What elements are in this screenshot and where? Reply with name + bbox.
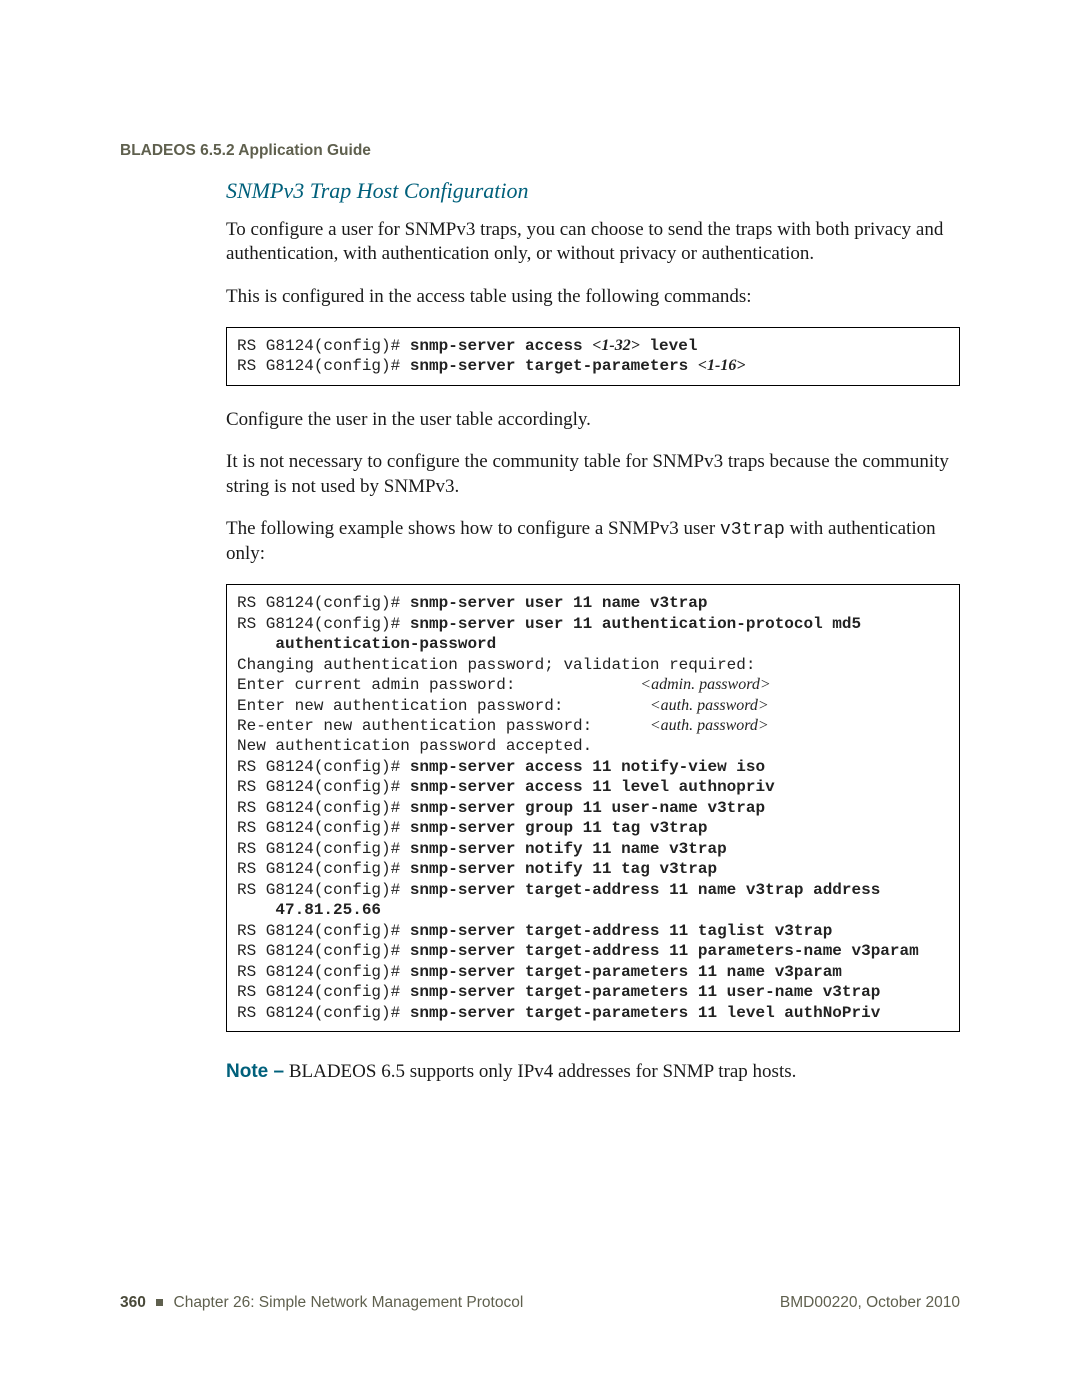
paragraph: It is not necessary to configure the com… [226, 450, 960, 499]
code-line: Enter new authentication password: <auth… [237, 697, 769, 715]
section-title: SNMPv3 Trap Host Configuration [120, 178, 960, 204]
code-block-2: RS G8124(config)# snmp-server user 11 na… [226, 584, 960, 1032]
paragraph: To configure a user for SNMPv3 traps, yo… [226, 218, 960, 267]
code-line: RS G8124(config)# snmp-server group 11 t… [237, 819, 707, 837]
paragraph: This is configured in the access table u… [226, 285, 960, 309]
code-block-1: RS G8124(config)# snmp-server access <1-… [226, 327, 960, 386]
code-line: RS G8124(config)# snmp-server access 11 … [237, 778, 775, 796]
code-line: RS G8124(config)# snmp-server target-add… [237, 942, 919, 960]
running-header: BLADEOS 6.5.2 Application Guide [120, 142, 371, 160]
code-line: RS G8124(config)# snmp-server target-par… [237, 357, 745, 375]
doc-id-date: BMD00220, October 2010 [780, 1294, 960, 1312]
code-line: New authentication password accepted. [237, 737, 592, 755]
note-text: BLADEOS 6.5 supports only IPv4 addresses… [284, 1061, 796, 1082]
square-bullet-icon [156, 1299, 163, 1306]
note: Note – BLADEOS 6.5 supports only IPv4 ad… [226, 1060, 960, 1084]
page: BLADEOS 6.5.2 Application Guide SNMPv3 T… [0, 0, 1080, 1397]
paragraph: The following example shows how to confi… [226, 517, 960, 566]
code-line: RS G8124(config)# snmp-server access 11 … [237, 758, 765, 776]
code-line: RS G8124(config)# snmp-server notify 11 … [237, 840, 727, 858]
code-line: RS G8124(config)# snmp-server notify 11 … [237, 860, 717, 878]
content-area: SNMPv3 Trap Host Configuration To config… [120, 142, 960, 1084]
code-line: Changing authentication password; valida… [237, 656, 755, 674]
code-line: RS G8124(config)# snmp-server target-add… [237, 881, 880, 899]
page-number: 360 [120, 1294, 146, 1311]
code-line: RS G8124(config)# snmp-server user 11 au… [237, 615, 861, 633]
code-line: RS G8124(config)# snmp-server user 11 na… [237, 594, 707, 612]
code-line: RS G8124(config)# snmp-server target-par… [237, 983, 880, 1001]
note-label: Note – [226, 1061, 284, 1082]
body-column: To configure a user for SNMPv3 traps, yo… [120, 218, 960, 1084]
code-line: Enter current admin password: <admin. pa… [237, 676, 771, 694]
page-footer: 360 Chapter 26: Simple Network Managemen… [120, 1294, 960, 1312]
code-line: Re-enter new authentication password: <a… [237, 717, 769, 735]
code-line: RS G8124(config)# snmp-server access <1-… [237, 337, 697, 355]
code-line: RS G8124(config)# snmp-server target-add… [237, 922, 832, 940]
code-line: 47.81.25.66 [237, 901, 381, 919]
code-line: RS G8124(config)# snmp-server target-par… [237, 963, 842, 981]
code-line: RS G8124(config)# snmp-server group 11 u… [237, 799, 765, 817]
paragraph: Configure the user in the user table acc… [226, 408, 960, 432]
code-line: authentication-password [237, 635, 496, 653]
inline-code: v3trap [720, 520, 785, 540]
code-line: RS G8124(config)# snmp-server target-par… [237, 1004, 880, 1022]
chapter-label: Chapter 26: Simple Network Management Pr… [174, 1294, 524, 1311]
